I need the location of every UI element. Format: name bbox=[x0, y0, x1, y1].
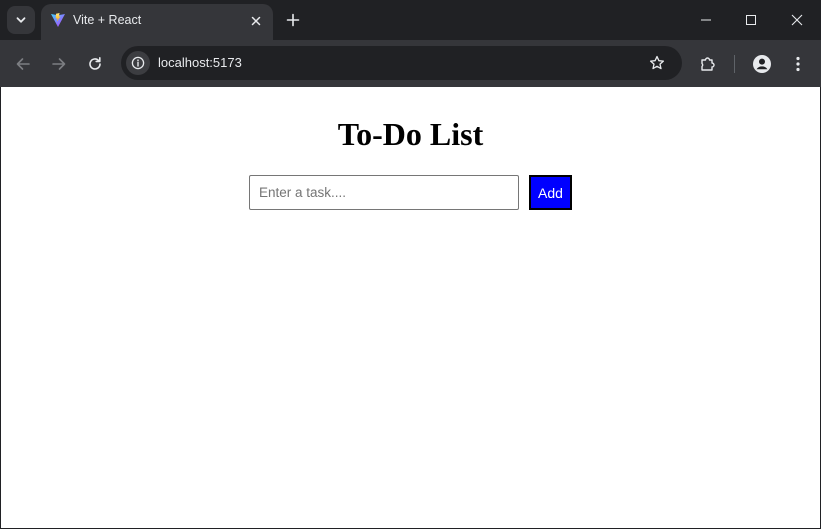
profile-button[interactable] bbox=[749, 51, 775, 77]
tab-title: Vite + React bbox=[73, 13, 142, 27]
kebab-menu-icon bbox=[796, 56, 800, 72]
window-border-left bbox=[0, 87, 1, 529]
extensions-button[interactable] bbox=[695, 51, 721, 77]
minimize-window-button[interactable] bbox=[683, 0, 729, 40]
star-icon bbox=[649, 55, 665, 70]
page-title: To-Do List bbox=[337, 116, 484, 152]
page-viewport: To-Do List Add bbox=[1, 87, 820, 528]
arrow-left-icon bbox=[16, 58, 30, 70]
maximize-icon bbox=[746, 15, 756, 25]
address-bar[interactable]: localhost:5173 bbox=[121, 46, 682, 80]
back-button[interactable] bbox=[9, 50, 37, 78]
close-icon bbox=[791, 14, 803, 26]
close-icon bbox=[251, 16, 261, 26]
toolbar-separator bbox=[734, 55, 735, 73]
task-input[interactable] bbox=[249, 175, 519, 210]
close-window-button[interactable] bbox=[774, 0, 820, 40]
minimize-icon bbox=[701, 19, 711, 21]
plus-icon bbox=[286, 13, 300, 27]
vite-logo-icon bbox=[51, 13, 65, 27]
arrow-right-icon bbox=[52, 58, 66, 70]
browser-toolbar: localhost:5173 bbox=[0, 40, 821, 87]
url-text[interactable]: localhost:5173 bbox=[158, 55, 242, 70]
tab-search-button[interactable] bbox=[7, 6, 35, 34]
browser-menu-button[interactable] bbox=[785, 51, 811, 77]
browser-title-bar: Vite + React bbox=[0, 0, 821, 40]
close-tab-button[interactable] bbox=[247, 12, 265, 30]
reload-button[interactable] bbox=[81, 50, 109, 78]
info-icon bbox=[131, 56, 145, 70]
forward-button[interactable] bbox=[45, 50, 73, 78]
chevron-down-icon bbox=[16, 17, 26, 23]
site-info-button[interactable] bbox=[126, 51, 150, 75]
add-task-button[interactable]: Add bbox=[529, 175, 572, 210]
new-tab-button[interactable] bbox=[281, 8, 305, 32]
maximize-window-button[interactable] bbox=[728, 0, 774, 40]
profile-icon bbox=[753, 55, 771, 73]
browser-tab-active[interactable]: Vite + React bbox=[41, 4, 273, 40]
puzzle-icon bbox=[701, 57, 715, 71]
bookmark-button[interactable] bbox=[647, 53, 667, 73]
reload-icon bbox=[89, 57, 101, 70]
